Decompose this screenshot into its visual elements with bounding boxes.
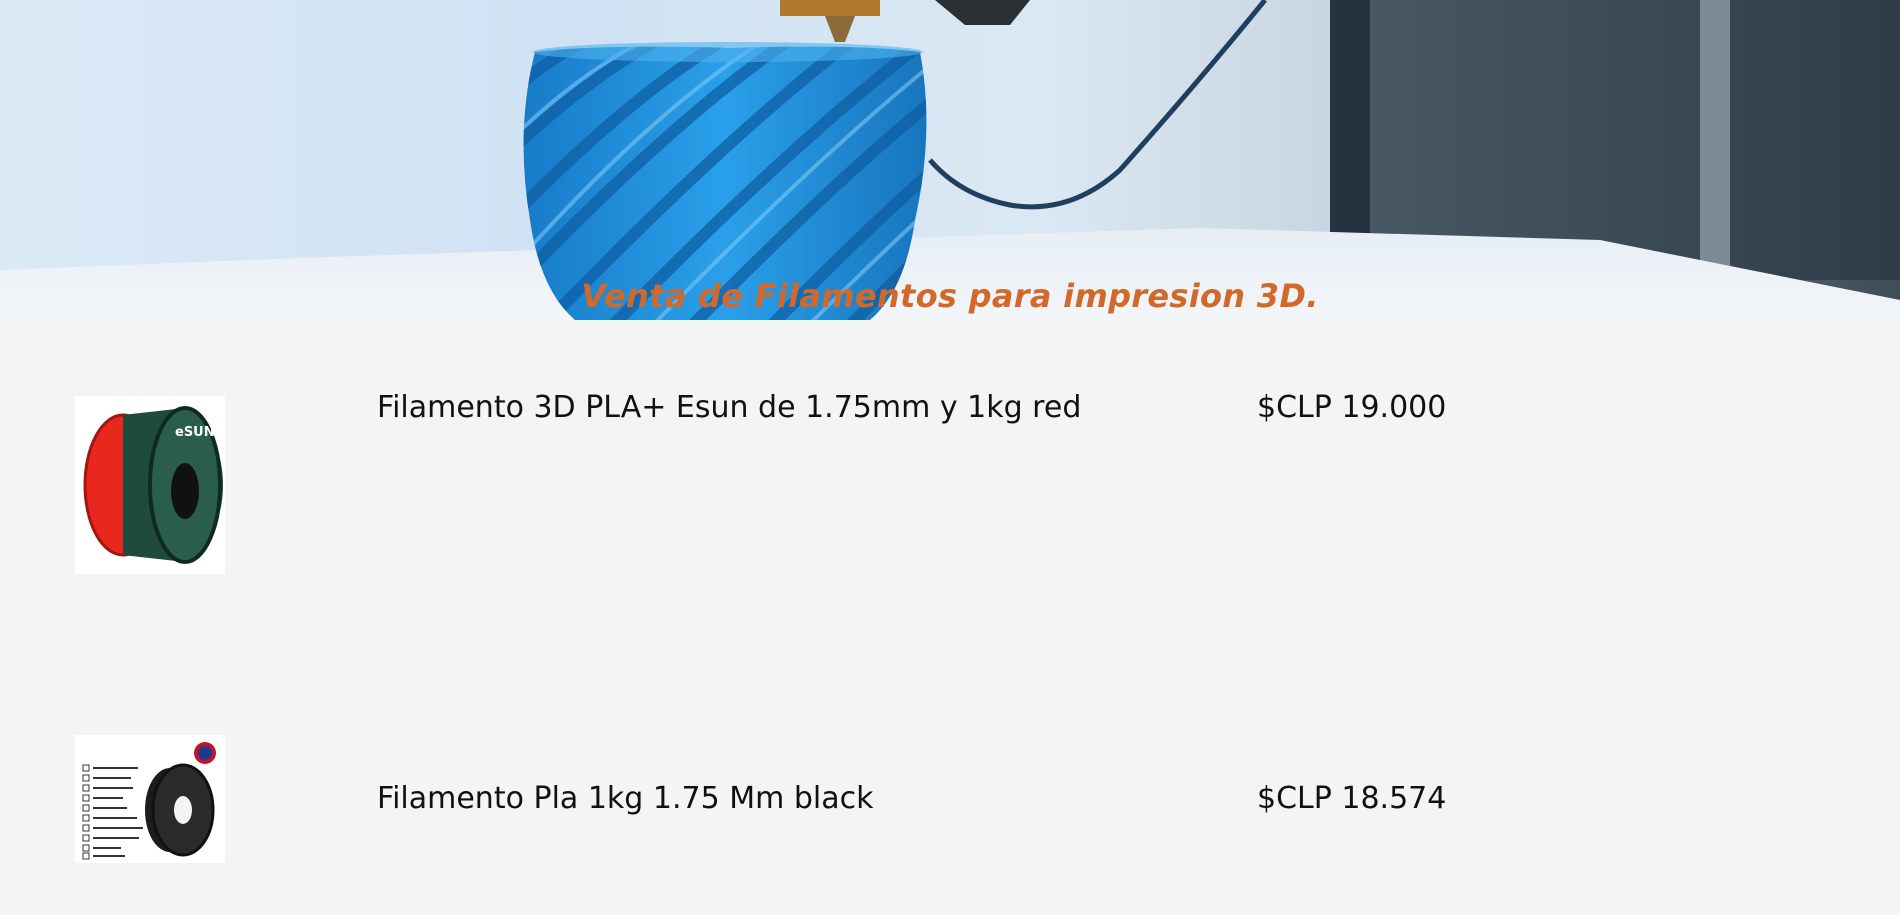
product-price: $CLP 18.574 xyxy=(1257,781,1447,816)
hero-banner: Venta de Filamentos para impresion 3D. xyxy=(0,0,1900,320)
product-price: $CLP 19.000 xyxy=(1257,390,1447,425)
red-filament-spool-icon: eSUN xyxy=(83,406,223,564)
product-image[interactable] xyxy=(75,735,225,863)
product-row[interactable]: eSUN Filamento 3D PLA+ Esun de 1.75mm y … xyxy=(0,320,1900,620)
product-image[interactable]: eSUN xyxy=(75,396,225,574)
hero-image xyxy=(0,0,1900,320)
page-title: Venta de Filamentos para impresion 3D. xyxy=(581,277,1319,315)
product-name[interactable]: Filamento Pla 1kg 1.75 Mm black xyxy=(377,781,873,816)
black-filament-spool-icon xyxy=(82,742,216,860)
svg-text:eSUN: eSUN xyxy=(175,425,215,440)
product-row[interactable]: Filamento Pla 1kg 1.75 Mm black $CLP 18.… xyxy=(0,620,1900,915)
product-name[interactable]: Filamento 3D PLA+ Esun de 1.75mm y 1kg r… xyxy=(377,390,1081,425)
